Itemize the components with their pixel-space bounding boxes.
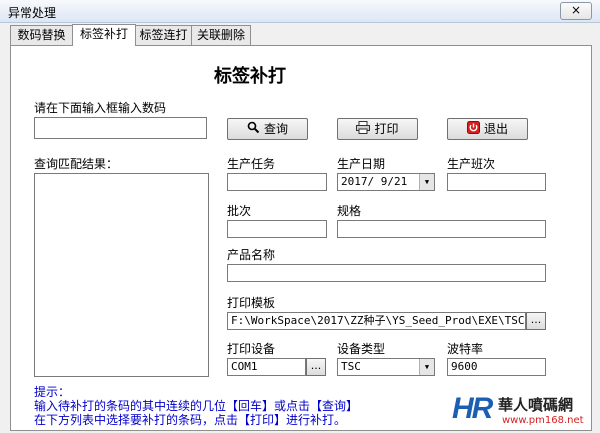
production-date-label: 生产日期: [337, 157, 386, 171]
tab-label-reprint[interactable]: 标签补打: [72, 24, 136, 46]
logo-name: 華人噴碼網: [498, 396, 574, 414]
logo-mark: HR: [452, 392, 493, 425]
window-titlebar: 异常处理 ×: [0, 0, 600, 23]
print-template-input[interactable]: F:\WorkSpace\2017\ZZ种子\YS_Seed_Prod\EXE\…: [227, 312, 526, 330]
results-label: 查询匹配结果：: [34, 157, 119, 171]
production-date-picker[interactable]: 2017/ 9/21 ▼: [337, 173, 435, 191]
print-button[interactable]: 打印: [337, 118, 418, 140]
device-type-value: TSC: [341, 360, 361, 373]
production-shift-input[interactable]: [447, 173, 546, 191]
print-template-label: 打印模板: [227, 296, 276, 310]
query-button[interactable]: 查询: [227, 118, 308, 140]
device-type-label: 设备类型: [337, 342, 386, 356]
tab-link-delete[interactable]: 关联删除: [191, 25, 251, 45]
production-task-label: 生产任务: [227, 157, 276, 171]
watermark-logo: HR 華人噴碼網 www.pm168.net: [452, 392, 594, 430]
tab-code-replace[interactable]: 数码替换: [10, 25, 73, 45]
production-date-value: 2017/ 9/21: [341, 175, 408, 188]
query-button-label: 查询: [263, 122, 288, 136]
product-name-input[interactable]: [227, 264, 546, 282]
print-device-input[interactable]: COM1: [227, 358, 306, 376]
page-title: 标签补打: [214, 66, 286, 87]
code-search-input[interactable]: [34, 117, 207, 139]
printer-icon: [356, 120, 371, 140]
chevron-down-icon[interactable]: ▼: [419, 174, 434, 190]
logo-url: www.pm168.net: [502, 415, 584, 426]
device-type-select[interactable]: TSC ▼: [337, 358, 435, 376]
close-button[interactable]: ×: [560, 2, 592, 20]
batch-label: 批次: [227, 204, 252, 218]
production-shift-label: 生产班次: [447, 157, 496, 171]
tab-label-batch-print[interactable]: 标签连打: [135, 25, 192, 45]
results-listbox[interactable]: [34, 173, 209, 377]
production-task-input[interactable]: [227, 173, 327, 191]
exit-button-label: 退出: [483, 122, 508, 136]
print-device-label: 打印设备: [227, 342, 276, 356]
baud-rate-input[interactable]: 9600: [447, 358, 546, 376]
spec-input[interactable]: [337, 220, 546, 238]
spec-label: 规格: [337, 204, 362, 218]
browse-device-button[interactable]: ...: [306, 358, 326, 376]
hint-line-2: 在下方列表中选择要补打的条码，点击【打印】进行补打。: [34, 413, 347, 427]
exit-button[interactable]: 退出: [447, 118, 528, 140]
batch-input[interactable]: [227, 220, 327, 238]
product-name-label: 产品名称: [227, 248, 276, 262]
chevron-down-icon[interactable]: ▼: [419, 359, 434, 375]
window-title: 异常处理: [8, 6, 57, 20]
print-button-label: 打印: [374, 122, 399, 136]
baud-rate-label: 波特率: [447, 342, 484, 356]
search-prompt-label: 请在下面输入框输入数码: [34, 101, 167, 115]
magnifier-icon: [247, 120, 260, 140]
browse-template-button[interactable]: ...: [526, 312, 546, 330]
power-icon: [466, 120, 480, 140]
